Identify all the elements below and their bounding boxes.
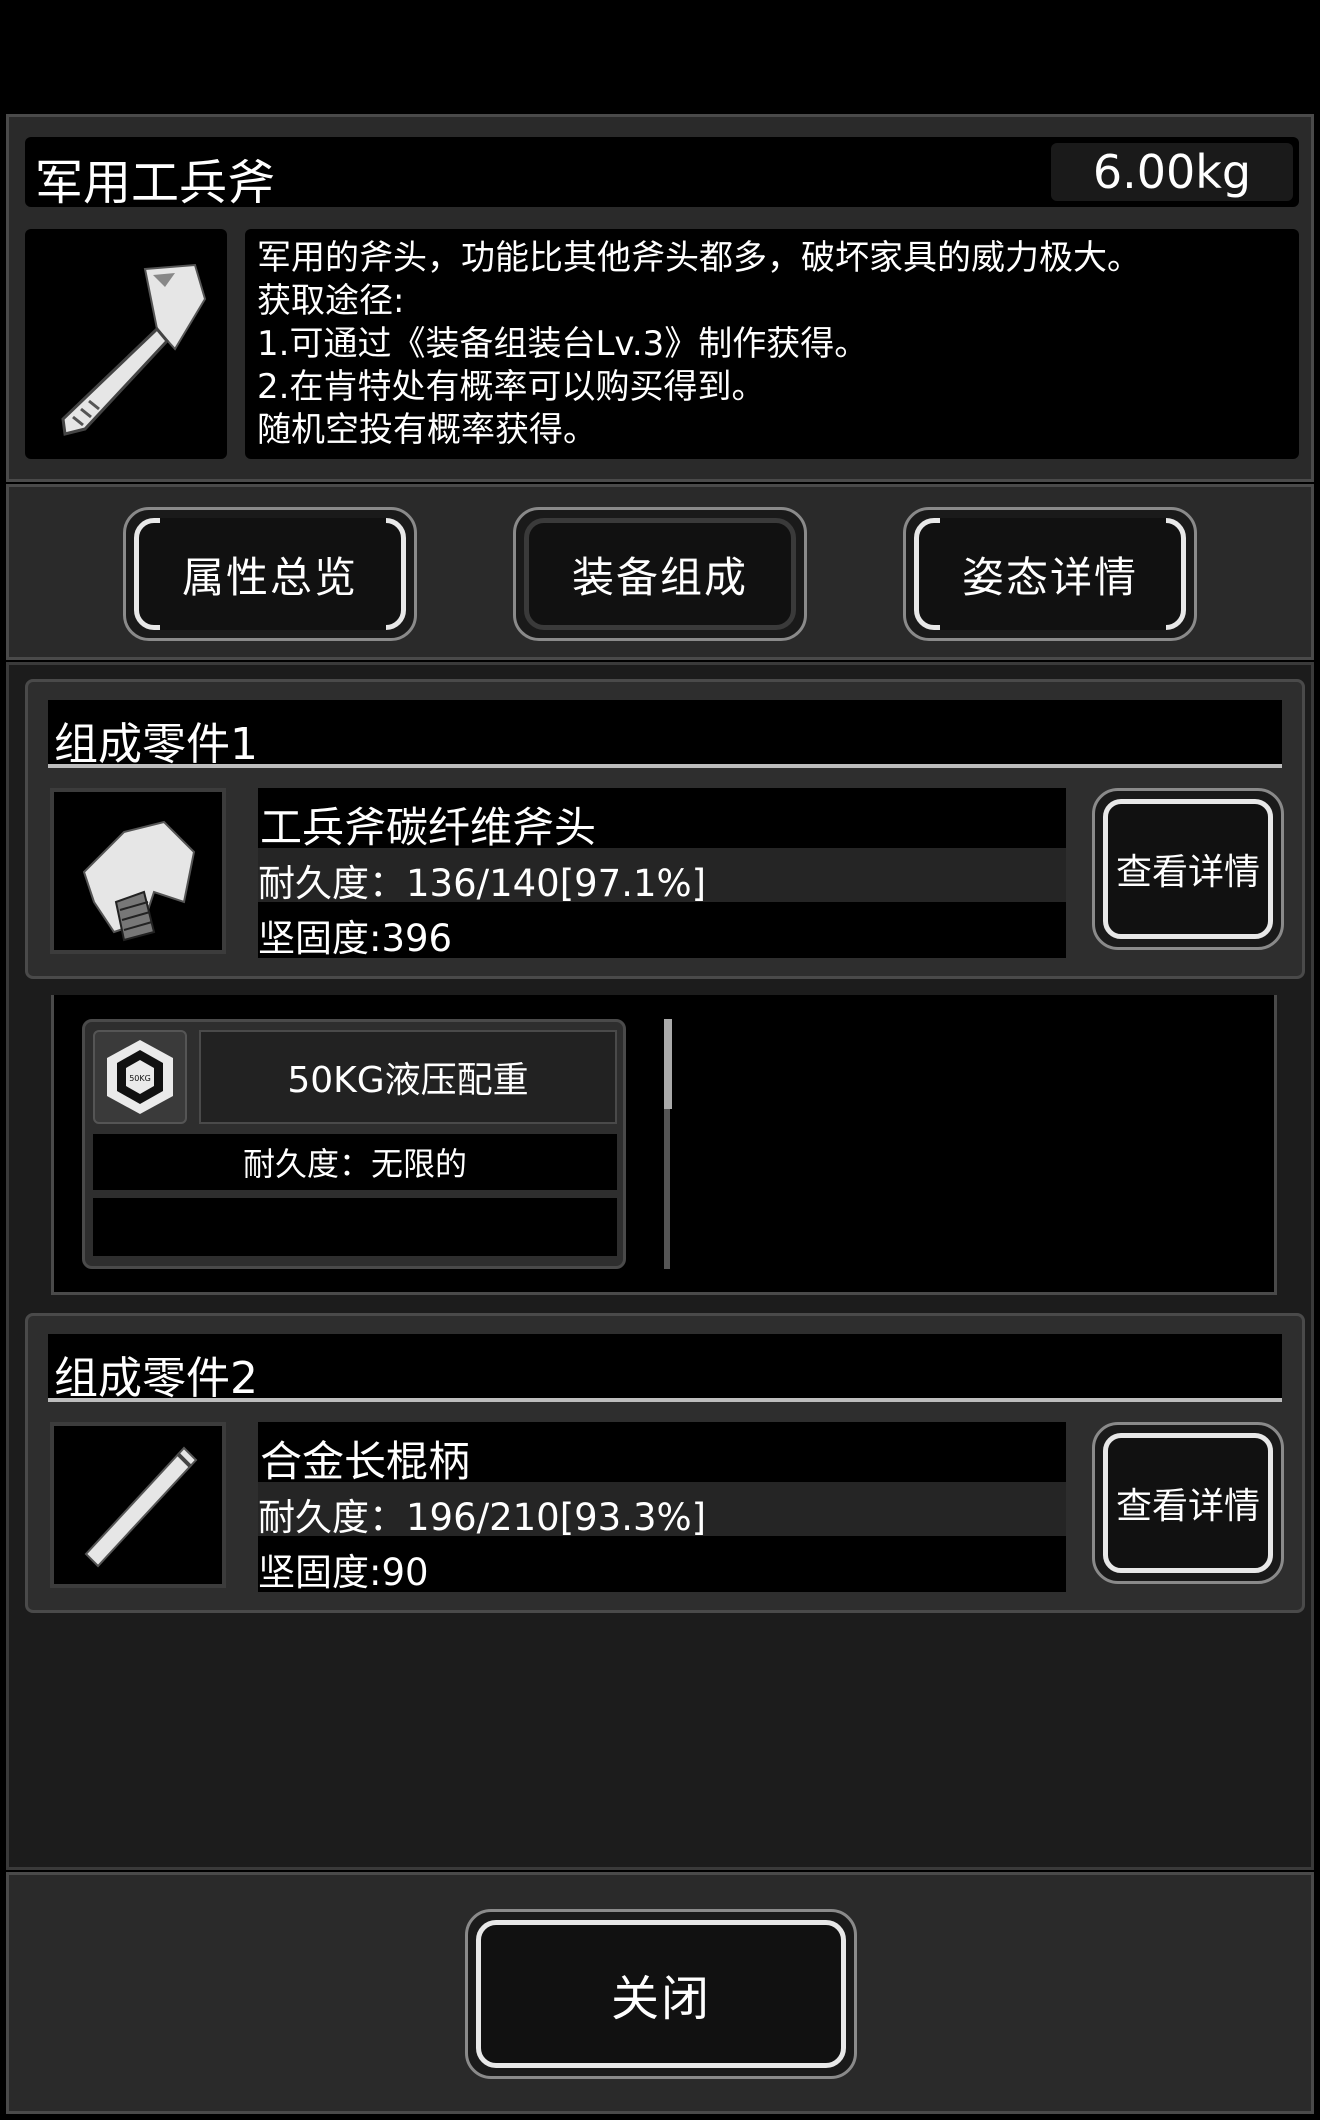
composition-content: 组成零件1 工兵斧碳纤维斧头 耐久度：136/140[97.1%] 坚固度:39… — [6, 662, 1314, 1870]
item-weight: 6.00kg — [1092, 145, 1252, 199]
tab-inner: 装备组成 — [524, 518, 796, 630]
tab-label: 装备组成 — [571, 552, 748, 602]
part-image — [50, 1422, 226, 1588]
description-line: 1.可通过《装备组装台Lv.3》制作获得。 — [257, 324, 869, 364]
part-name: 工兵斧碳纤维斧头 — [260, 803, 597, 852]
part-hardness: 坚固度:396 — [258, 917, 453, 960]
item-image — [25, 229, 227, 459]
metal-rod-icon — [84, 1446, 198, 1568]
view-details-label: 查看详情 — [1115, 1486, 1260, 1527]
description-line: 军用的斧头，功能比其他斧头都多，破坏家具的威力极大。 — [257, 238, 1141, 278]
part-header: 组成零件2 — [48, 1334, 1282, 1404]
item-description-box: 军用的斧头，功能比其他斧头都多，破坏家具的威力极大。 获取途径: 1.可通过《装… — [245, 229, 1299, 459]
part-durability: 耐久度：136/140[97.1%] — [258, 862, 707, 905]
attachment-name: 50KG液压配重 — [287, 1060, 529, 1101]
attachment-name-box: 50KG液压配重 — [199, 1030, 617, 1124]
button-inner: 查看详情 — [1103, 1433, 1273, 1573]
description-line: 获取途径: — [257, 281, 405, 321]
bottom-bar: 关闭 — [6, 1872, 1314, 2114]
tab-bar: 属性总览 装备组成 姿态详情 — [6, 484, 1314, 660]
tab-inner: 属性总览 — [134, 518, 406, 630]
axe-icon — [61, 263, 207, 436]
description-line: 2.在肯特处有概率可以购买得到。 — [257, 367, 766, 407]
item-title-bar: 军用工兵斧 6.00kg — [25, 137, 1299, 211]
close-button[interactable]: 关闭 — [465, 1909, 857, 2079]
view-details-label: 查看详情 — [1115, 852, 1260, 893]
part-durability-row: 耐久度：196/210[93.3%] — [258, 1482, 1066, 1539]
item-weight-box: 6.00kg — [1051, 143, 1293, 201]
view-details-button[interactable]: 查看详情 — [1092, 1422, 1284, 1584]
part-image — [50, 788, 226, 954]
icon-text: 50KG — [129, 1074, 151, 1083]
axe-head-icon — [82, 820, 196, 942]
item-info-panel: 军用工兵斧 6.00kg 军用的斧头，功能比其他斧头都多，破坏家具的威力极大。 … — [6, 114, 1314, 482]
attachment-durability-row: 耐久度：无限的 — [93, 1134, 617, 1190]
button-inner: 查看详情 — [1103, 799, 1273, 939]
part-hardness: 坚固度:90 — [258, 1551, 429, 1594]
tab-posture-details[interactable]: 姿态详情 — [903, 507, 1197, 641]
part-durability: 耐久度：196/210[93.3%] — [258, 1496, 707, 1539]
part-header: 组成零件1 — [48, 700, 1282, 770]
scrollbar[interactable] — [664, 1019, 672, 1269]
part-name-row: 合金长棍柄 — [258, 1422, 1066, 1486]
tab-label: 姿态详情 — [961, 552, 1138, 602]
part-card: 组成零件2 合金长棍柄 耐久度：196/210[93.3%] 坚固度:90 查看… — [25, 1313, 1305, 1613]
attachment-card: 50KG 50KG液压配重 耐久度：无限的 — [82, 1019, 626, 1269]
part-card: 组成零件1 工兵斧碳纤维斧头 耐久度：136/140[97.1%] 坚固度:39… — [25, 679, 1305, 979]
part-hardness-row: 坚固度:90 — [258, 1536, 1066, 1594]
part-header-label: 组成零件2 — [54, 1353, 258, 1404]
part-durability-row: 耐久度：136/140[97.1%] — [258, 848, 1066, 905]
view-details-button[interactable]: 查看详情 — [1092, 788, 1284, 950]
attachment-icon-box: 50KG — [93, 1030, 187, 1124]
part-header-label: 组成零件1 — [54, 719, 258, 770]
tab-inner: 姿态详情 — [914, 518, 1186, 630]
attachment-area: 50KG 50KG液压配重 耐久度：无限的 — [51, 995, 1277, 1295]
item-name: 军用工兵斧 — [35, 155, 276, 211]
attachment-durability: 耐久度：无限的 — [242, 1145, 467, 1183]
tab-label: 属性总览 — [181, 552, 358, 602]
attachment-empty-row — [93, 1198, 617, 1256]
close-label: 关闭 — [610, 1971, 711, 2027]
part-name-row: 工兵斧碳纤维斧头 — [258, 788, 1066, 852]
button-inner: 关闭 — [476, 1920, 846, 2068]
description-line: 随机空投有概率获得。 — [257, 410, 597, 450]
scrollbar-thumb[interactable] — [664, 1019, 672, 1109]
part-name: 合金长棍柄 — [260, 1437, 471, 1486]
tab-equipment-composition[interactable]: 装备组成 — [513, 507, 807, 641]
tab-attribute-overview[interactable]: 属性总览 — [123, 507, 417, 641]
part-hardness-row: 坚固度:396 — [258, 902, 1066, 960]
hexagon-weight-icon: 50KG — [107, 1040, 173, 1114]
